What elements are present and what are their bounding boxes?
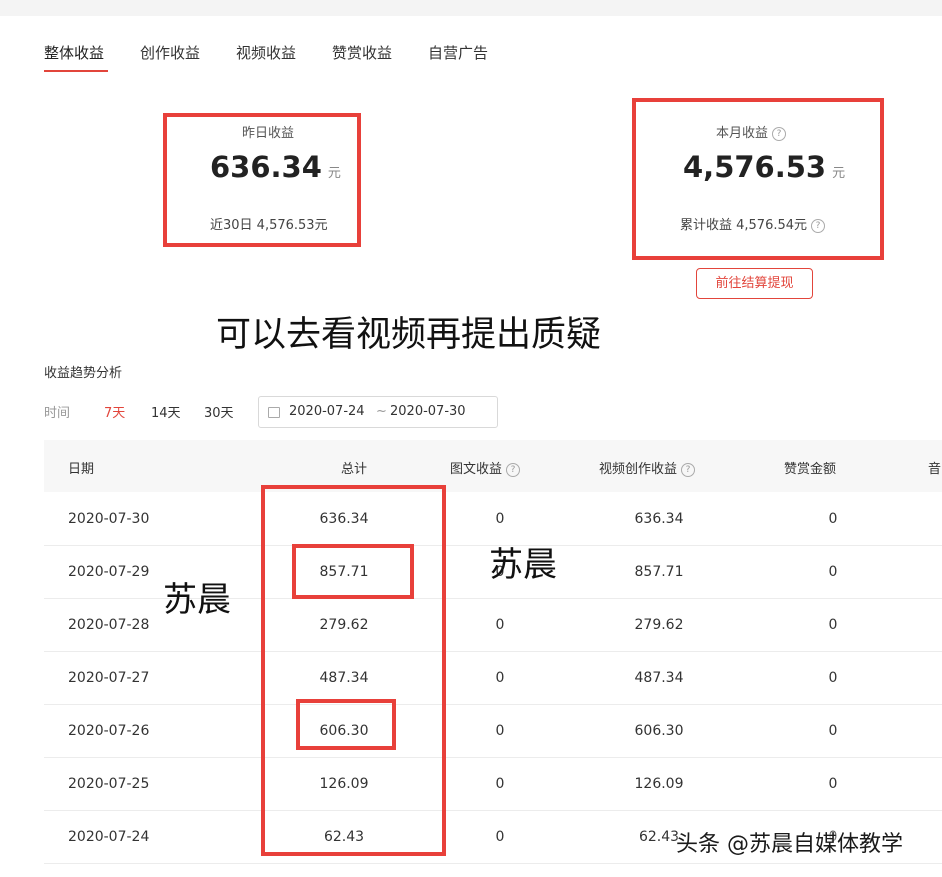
column-video-earnings: 视频创作收益? <box>599 458 696 477</box>
cell-video-earnings: 126.09 <box>634 776 684 792</box>
cell-date: 2020-07-29 <box>68 564 150 580</box>
top-strip <box>0 0 942 16</box>
table-row: 2020-07-27 487.34 0 487.34 0 <box>44 652 942 705</box>
cell-tips: 0 <box>828 564 838 580</box>
column-truncated: 音 <box>928 462 942 477</box>
cell-date: 2020-07-30 <box>68 511 150 527</box>
date-start: 2020-07-24 <box>289 404 365 419</box>
annotation-box-yesterday <box>163 113 361 247</box>
cell-video-earnings: 279.62 <box>634 617 684 633</box>
help-icon[interactable]: ? <box>506 462 521 477</box>
cell-video-earnings: 636.34 <box>634 511 684 527</box>
annotation-box-total-column <box>261 485 446 856</box>
help-icon[interactable]: ? <box>681 462 696 477</box>
cell-video-earnings: 62.43 <box>638 829 680 845</box>
date-separator: ~ <box>376 404 387 419</box>
cell-article-earnings: 0 <box>495 670 505 686</box>
cell-article-earnings: 0 <box>495 723 505 739</box>
cell-tips: 0 <box>828 723 838 739</box>
cell-date: 2020-07-28 <box>68 617 150 633</box>
earnings-page: 整体收益 创作收益 视频收益 赞赏收益 自营广告 昨日收益 636.34 元 近3… <box>0 0 942 877</box>
range-30-days[interactable]: 30天 <box>204 402 234 421</box>
cell-article-earnings: 0 <box>495 829 505 845</box>
withdraw-button[interactable]: 前往结算提现 <box>696 268 813 299</box>
cell-article-earnings: 0 <box>495 776 505 792</box>
cell-tips: 0 <box>828 670 838 686</box>
column-tips: 赞赏金额 <box>784 462 837 477</box>
cell-date: 2020-07-24 <box>68 829 150 845</box>
cell-article-earnings: 0 <box>495 617 505 633</box>
cell-video-earnings: 487.34 <box>634 670 684 686</box>
cell-date: 2020-07-25 <box>68 776 150 792</box>
trend-section-title: 收益趋势分析 <box>44 366 123 381</box>
column-total: 总计 <box>341 462 368 477</box>
overlay-name-right: 苏晨 <box>489 545 557 585</box>
annotation-box-0726 <box>296 699 396 750</box>
cell-video-earnings: 606.30 <box>634 723 684 739</box>
table-header: 日期 总计 图文收益? 视频创作收益? 赞赏金额 音 <box>44 440 942 492</box>
overlay-name-left: 苏晨 <box>163 580 231 620</box>
cell-video-earnings: 857.71 <box>634 564 684 580</box>
time-range-label: 时间 <box>44 406 71 421</box>
table-row: 2020-07-25 126.09 0 126.09 0 <box>44 758 942 811</box>
cell-date: 2020-07-26 <box>68 723 150 739</box>
tab-video[interactable]: 视频收益 <box>236 42 296 63</box>
cell-tips: 0 <box>828 511 838 527</box>
range-14-days[interactable]: 14天 <box>151 402 181 421</box>
date-range-picker[interactable]: 2020-07-24 ~ 2020-07-30 <box>258 396 498 428</box>
table-row: 2020-07-26 606.30 0 606.30 0 <box>44 705 942 758</box>
annotation-box-0729 <box>292 544 414 599</box>
cell-article-earnings: 0 <box>495 511 505 527</box>
tab-tips[interactable]: 赞赏收益 <box>332 42 392 63</box>
overlay-caption: 可以去看视频再提出质疑 <box>216 315 602 355</box>
range-7-days[interactable]: 7天 <box>104 402 125 421</box>
cell-tips: 0 <box>828 617 838 633</box>
calendar-icon <box>268 407 280 418</box>
cell-tips: 0 <box>828 776 838 792</box>
column-date: 日期 <box>68 462 95 477</box>
tab-self-ads[interactable]: 自营广告 <box>428 42 488 63</box>
date-end: 2020-07-30 <box>390 404 466 419</box>
active-tab-indicator <box>44 70 108 72</box>
cell-date: 2020-07-27 <box>68 670 150 686</box>
watermark: 头条 @苏晨自媒体教学 <box>676 832 903 857</box>
annotation-box-month <box>632 98 884 260</box>
column-article-earnings: 图文收益? <box>450 458 521 477</box>
tab-creation[interactable]: 创作收益 <box>140 42 200 63</box>
tab-overall[interactable]: 整体收益 <box>44 42 104 63</box>
